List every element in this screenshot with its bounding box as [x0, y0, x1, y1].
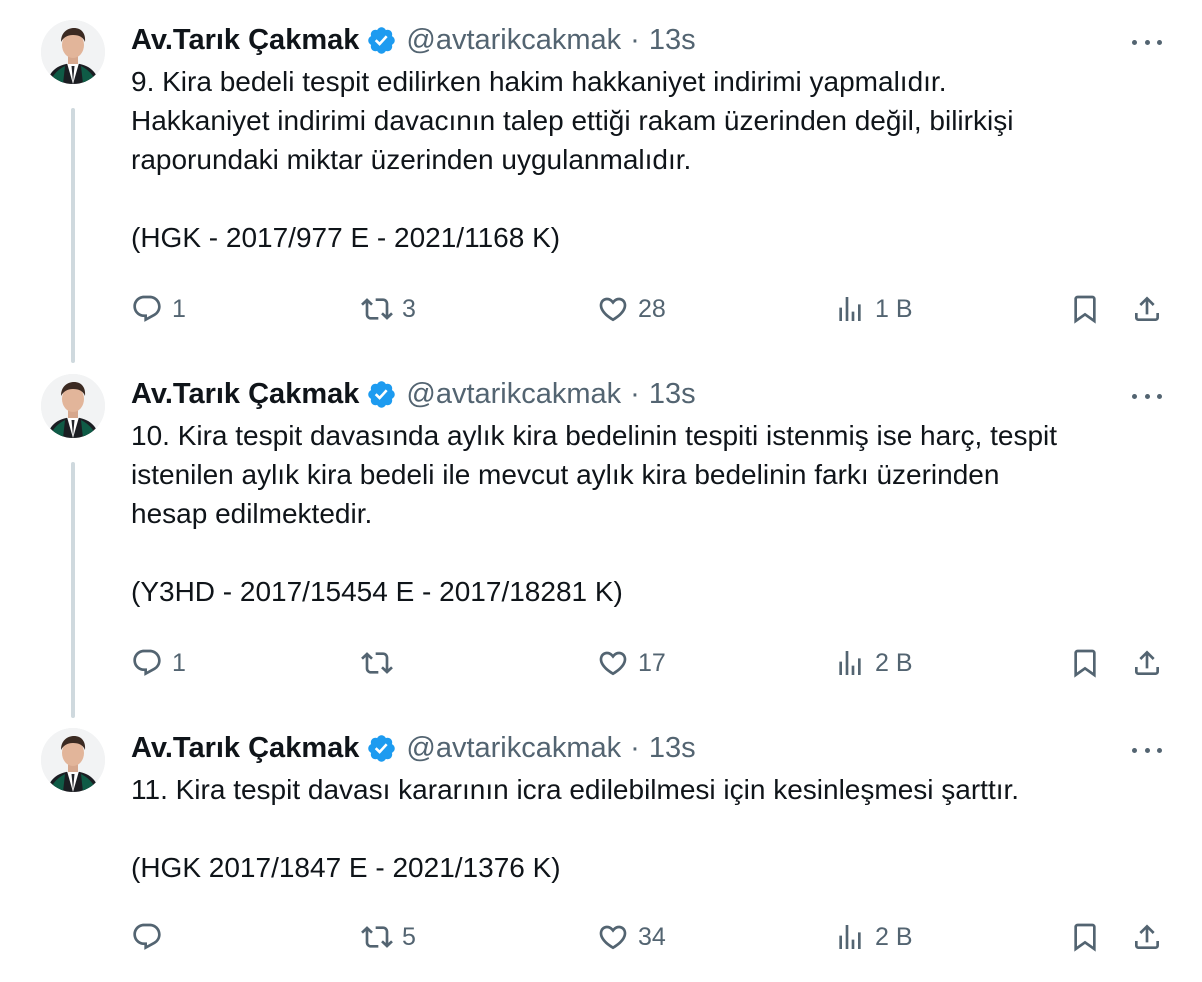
share-icon: [1135, 924, 1159, 949]
timestamp[interactable]: 13s: [649, 730, 696, 766]
more-dots-icon[interactable]: [1132, 738, 1162, 762]
tweet[interactable]: Av.Tarık Çakmak @avtarikcakmak · 13s 11.…: [0, 708, 1202, 982]
share-icon: [1135, 650, 1159, 675]
retweet-count: 3: [402, 294, 416, 323]
retweet-icon: [361, 298, 393, 320]
author-name[interactable]: Av.Tarık Çakmak: [131, 22, 359, 58]
bookmark-icon: [1074, 923, 1096, 952]
verified-badge-icon: [368, 734, 396, 762]
retweet-count: 5: [402, 922, 416, 951]
author-name[interactable]: Av.Tarık Çakmak: [131, 730, 359, 766]
views-icon: [839, 651, 861, 675]
views-count: 2 B: [875, 922, 913, 951]
author-handle[interactable]: @avtarikcakmak: [406, 22, 621, 58]
views-button[interactable]: 2 B: [834, 917, 913, 957]
share-icon: [1135, 296, 1159, 321]
separator-dot: ·: [630, 378, 640, 410]
views-icon: [839, 925, 861, 949]
reply-icon: [133, 649, 161, 676]
avatar[interactable]: [41, 20, 105, 84]
tweet-reference: (HGK - 2017/977 E - 2021/1168 K): [131, 222, 561, 253]
author-name[interactable]: Av.Tarık Çakmak: [131, 376, 359, 412]
like-button[interactable]: 17: [597, 643, 666, 683]
reply-icon: [133, 295, 161, 322]
separator-dot: ·: [630, 732, 640, 764]
like-count: 34: [638, 922, 666, 951]
retweet-button[interactable]: [361, 643, 402, 683]
action-bar: 1 17 2 B: [131, 643, 1171, 683]
share-button[interactable]: [1131, 289, 1163, 329]
retweet-button[interactable]: 3: [361, 289, 416, 329]
retweet-button[interactable]: 5: [361, 917, 416, 957]
verified-badge-icon: [368, 380, 396, 408]
tweet-body: 11. Kira tespit davası kararının icra ed…: [131, 774, 1020, 805]
views-button[interactable]: 2 B: [834, 643, 913, 683]
timestamp[interactable]: 13s: [649, 22, 696, 58]
tweet-body: 10. Kira tespit davasında aylık kira bed…: [131, 420, 1058, 529]
author-handle[interactable]: @avtarikcakmak: [406, 730, 621, 766]
heart-icon: [599, 925, 627, 950]
views-count: 1 B: [875, 294, 913, 323]
tweet-header: Av.Tarık Çakmak @avtarikcakmak · 13s: [131, 376, 696, 412]
timestamp[interactable]: 13s: [649, 376, 696, 412]
retweet-icon: [361, 652, 393, 674]
like-button[interactable]: 28: [597, 289, 666, 329]
tweet-reference: (HGK 2017/1847 E - 2021/1376 K): [131, 852, 561, 883]
heart-icon: [599, 651, 627, 676]
heart-icon: [599, 297, 627, 322]
share-button[interactable]: [1131, 917, 1163, 957]
bookmark-button[interactable]: [1069, 917, 1101, 957]
separator-dot: ·: [630, 24, 640, 56]
bookmark-icon: [1074, 649, 1096, 678]
more-dots-icon[interactable]: [1132, 384, 1162, 408]
tweet-text: 11. Kira tespit davası kararının icra ed…: [131, 770, 1171, 887]
tweet-reference: (Y3HD - 2017/15454 E - 2017/18281 K): [131, 576, 623, 607]
tweet-body: 9. Kira bedeli tespit edilirken hakim ha…: [131, 66, 1014, 175]
like-button[interactable]: 34: [597, 917, 666, 957]
reply-button[interactable]: 1: [131, 289, 186, 329]
avatar[interactable]: [41, 374, 105, 438]
reply-count: 1: [172, 648, 186, 677]
bookmark-button[interactable]: [1069, 289, 1101, 329]
verified-badge-icon: [368, 26, 396, 54]
action-bar: 1 3 28 1 B: [131, 289, 1171, 329]
retweet-icon: [361, 926, 393, 948]
reply-icon: [133, 923, 161, 950]
reply-button[interactable]: 1: [131, 643, 186, 683]
views-icon: [839, 297, 861, 321]
like-count: 17: [638, 648, 666, 677]
bookmark-icon: [1074, 295, 1096, 324]
tweet-header: Av.Tarık Çakmak @avtarikcakmak · 13s: [131, 22, 696, 58]
views-count: 2 B: [875, 648, 913, 677]
action-bar: 5 34 2 B: [131, 917, 1171, 957]
reply-count: 1: [172, 294, 186, 323]
avatar[interactable]: [41, 728, 105, 792]
tweet[interactable]: Av.Tarık Çakmak @avtarikcakmak · 13s 9. …: [0, 0, 1202, 354]
author-handle[interactable]: @avtarikcakmak: [406, 376, 621, 412]
tweet[interactable]: Av.Tarık Çakmak @avtarikcakmak · 13s 10.…: [0, 354, 1202, 708]
tweet-text: 10. Kira tespit davasında aylık kira bed…: [131, 416, 1171, 611]
share-button[interactable]: [1131, 643, 1163, 683]
tweet-text: 9. Kira bedeli tespit edilirken hakim ha…: [131, 62, 1171, 257]
more-dots-icon[interactable]: [1132, 30, 1162, 54]
views-button[interactable]: 1 B: [834, 289, 913, 329]
reply-button[interactable]: [131, 917, 172, 957]
bookmark-button[interactable]: [1069, 643, 1101, 683]
like-count: 28: [638, 294, 666, 323]
tweet-header: Av.Tarık Çakmak @avtarikcakmak · 13s: [131, 730, 696, 766]
